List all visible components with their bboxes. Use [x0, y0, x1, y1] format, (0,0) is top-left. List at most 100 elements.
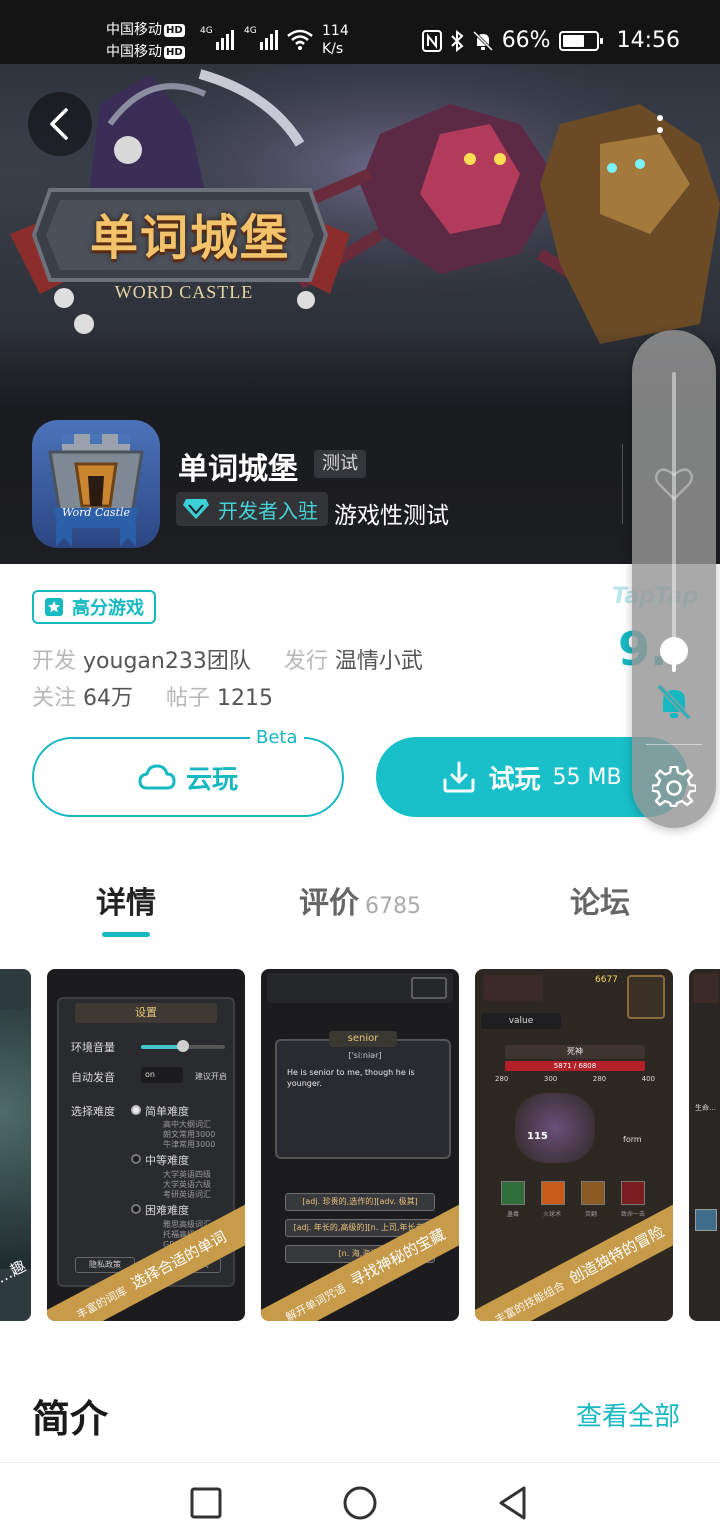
radio-unselected [131, 1154, 141, 1164]
bluetooth-icon [450, 29, 464, 52]
stat: 280 [592, 1075, 607, 1083]
skill-name: 蛊毒 [507, 1211, 520, 1218]
boss-hp-bar: 5871 / 6808 [505, 1061, 645, 1071]
skill-name: 火球术 [543, 1211, 562, 1218]
status-right: 66% 14:56 [421, 28, 680, 53]
skill-slot [621, 1181, 645, 1205]
publisher-name[interactable]: 温情小武 [335, 649, 423, 674]
star-icon [45, 598, 63, 616]
gold-count: 6677 [595, 975, 618, 985]
high-score-tag[interactable]: 高分游戏 [32, 590, 156, 624]
easy-option: 简单难度 [145, 1105, 189, 1118]
volume-setting-label: 环境音量 [71, 1041, 115, 1054]
quiz-phonetic: ['siːniər] [348, 1051, 382, 1060]
autoplay-hint: 建议开启 [195, 1072, 227, 1081]
quiz-option: [adj. 珍贵的,选作的][adv. 极其] [285, 1193, 435, 1211]
chevron-left-icon [50, 108, 68, 140]
screenshot-thumbnail[interactable]: 6677 value 死神 5871 / 6808 280 300 280 40… [475, 969, 673, 1321]
screenshot-thumbnail[interactable]: 生命… [689, 969, 720, 1321]
tab-details[interactable]: 详情 [96, 878, 156, 922]
caption-small: 解开单词咒语 [283, 1281, 348, 1321]
autoplay-label: 自动发音 [71, 1071, 115, 1084]
screenshot-art [693, 973, 719, 1003]
signal-icon [216, 28, 234, 50]
boss-name: 死神 [505, 1045, 645, 1059]
volume-setting-knob [177, 1040, 189, 1052]
tab-details-label: 详情 [96, 886, 156, 921]
volume-panel [632, 330, 716, 828]
autoplay-value: on [145, 1070, 155, 1079]
download-size: 55 MB [552, 764, 622, 790]
screenshot-thumbnail[interactable]: 设置 环境音量 自动发音 on 建议开启 选择难度 简单难度 高中大纲词汇 朗文… [47, 969, 245, 1321]
status-bar: 中国移动 HD 中国移动 HD 4G 4G 114 K/s 66% 14:56 [0, 0, 720, 64]
beta-label: Beta [250, 727, 304, 748]
screenshot-caption: 生命… [695, 1104, 716, 1112]
skill-name: 荧翻 [585, 1211, 598, 1218]
cloud-play-label: 云玩 [185, 764, 238, 795]
more-dot [657, 115, 663, 121]
medium-item: 考研英语词汇 [163, 1190, 211, 1199]
home-icon[interactable] [340, 1483, 380, 1523]
player-stats [483, 975, 543, 1001]
skill-slot [581, 1181, 605, 1205]
screenshot-thumbnail[interactable]: senior ['siːniər] He is senior to me, th… [261, 969, 459, 1321]
battery-icon [558, 30, 603, 51]
tab-forum-label: 论坛 [570, 886, 630, 921]
recent-apps-icon[interactable] [186, 1483, 226, 1523]
easy-item: 牛津常用3000 [163, 1140, 216, 1149]
battery-percent: 66% [501, 28, 551, 53]
hd-badge: HD [164, 46, 185, 59]
speed-unit: K/s [322, 41, 344, 57]
back-nav-icon[interactable] [494, 1483, 534, 1523]
network-type-2: 4G [244, 26, 257, 36]
more-menu-button[interactable] [636, 100, 684, 148]
posts-count: 1215 [217, 686, 274, 711]
quiz-word: senior [329, 1031, 397, 1047]
quiz-card: senior ['siːniər] He is senior to me, th… [275, 1031, 451, 1159]
developer-badge[interactable]: 开发者入驻 [176, 492, 328, 526]
autoplay-toggle: on [141, 1067, 183, 1083]
volume-slider-handle[interactable] [660, 637, 688, 665]
network-speed: 114 K/s [322, 22, 349, 58]
screenshot-art [0, 1009, 31, 1269]
app-icon-label: Word Castle [61, 506, 131, 519]
developer-name[interactable]: yougan233团队 [83, 649, 251, 674]
follow-posts-row: 关注 64万 帖子 1215 [32, 680, 273, 712]
skill-slot [501, 1181, 525, 1205]
carrier-1: 中国移动 HD [106, 20, 185, 40]
stat: 280 [495, 1075, 509, 1083]
view-all-link[interactable]: 查看全部 [576, 1396, 680, 1433]
skill-name: 致命一击 [621, 1211, 646, 1218]
trial-label: 试玩 [488, 764, 541, 795]
tab-reviews[interactable]: 评价 6785 [299, 878, 421, 922]
volume-setting-fill [141, 1045, 181, 1049]
ringer-mute-icon[interactable] [654, 682, 694, 722]
medium-option: 中等难度 [145, 1154, 189, 1167]
caption-main: 创造独特的冒险 [565, 1222, 668, 1288]
follow-label: 关注 [32, 686, 77, 711]
value-field: value [481, 1013, 561, 1029]
developer-badge-label: 开发者入驻 [218, 498, 318, 523]
battle-stats: 280 300 280 400 [495, 1075, 655, 1083]
diamond-icon [183, 499, 209, 519]
quiz-sentence: He is senior to me, though he is younger… [287, 1068, 415, 1088]
network-type-1: 4G [200, 26, 213, 36]
clock: 14:56 [616, 28, 680, 53]
speed-value: 114 [322, 23, 349, 39]
volume-slider-track[interactable] [672, 372, 676, 672]
form-label: form [623, 1135, 642, 1144]
gear-icon[interactable] [652, 766, 696, 810]
tab-forum[interactable]: 论坛 [570, 878, 630, 922]
carrier-1-label: 中国移动 [106, 22, 162, 38]
posts-label: 帖子 [166, 686, 211, 711]
hd-badge: HD [164, 24, 185, 37]
damage-number: 115 [527, 1131, 548, 1142]
mute-bell-icon [472, 30, 493, 51]
publisher-label: 发行 [283, 649, 328, 674]
stat: 400 [641, 1075, 655, 1083]
back-button[interactable] [28, 92, 92, 156]
signal-icon [260, 28, 278, 50]
screenshot-thumbnail[interactable]: …趣 [0, 969, 31, 1321]
more-dot [657, 127, 663, 133]
cloud-play-button[interactable]: 云玩 [32, 737, 344, 817]
